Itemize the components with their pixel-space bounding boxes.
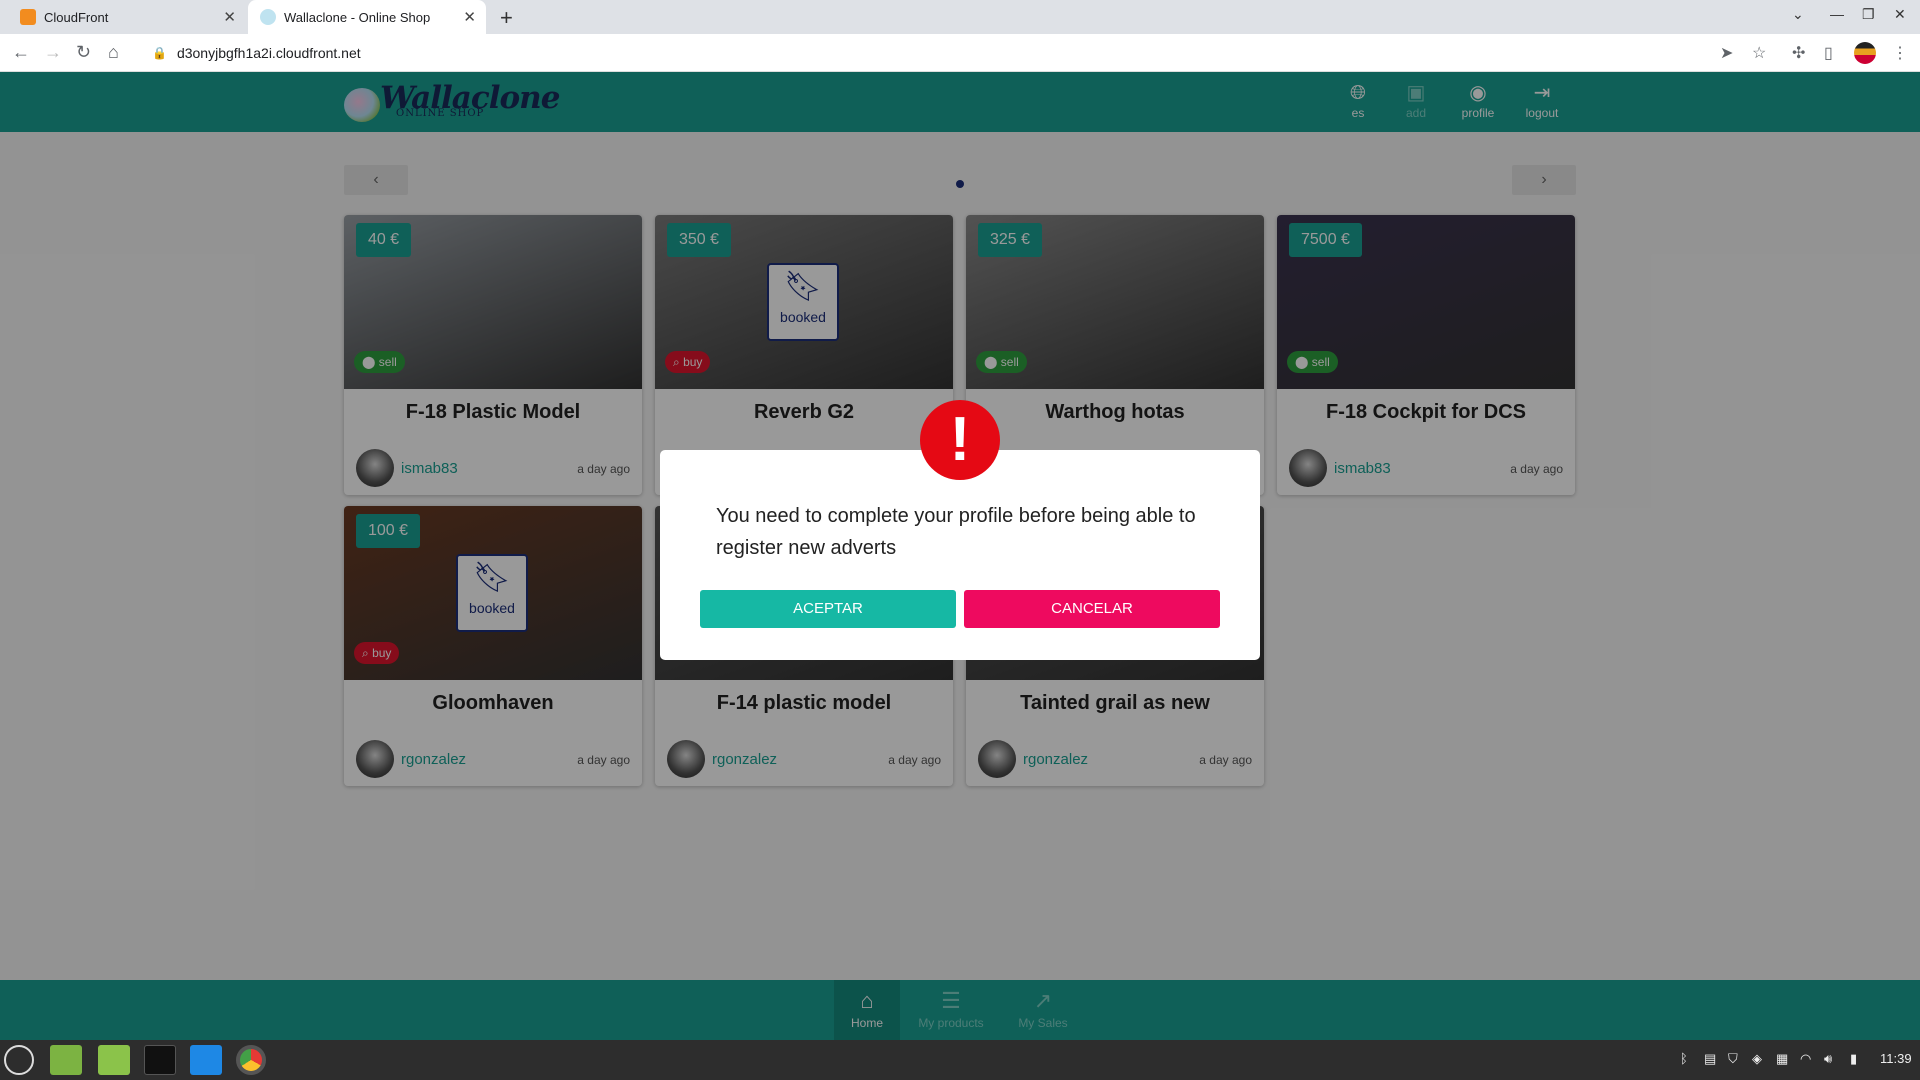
close-tab-icon[interactable]: ✕ — [463, 8, 476, 26]
extensions-icon[interactable]: ✣ — [1792, 43, 1805, 63]
tab-wallaclone[interactable]: Wallaclone - Online Shop ✕ — [248, 0, 486, 34]
wifi-icon[interactable]: ◠ — [1800, 1051, 1811, 1067]
cloudfront-favicon-icon — [20, 9, 36, 25]
clipboard-icon[interactable]: ▤ — [1704, 1051, 1716, 1067]
volume-icon[interactable]: 🔊︎ — [1824, 1051, 1832, 1067]
web-page: Wallaclone ONLINE SHOP 🌐︎ es ▣ add ◉ pro… — [0, 72, 1920, 1040]
lock-icon: 🔒 — [152, 46, 167, 60]
bluetooth-icon[interactable]: ᛒ — [1680, 1051, 1688, 1066]
shield-icon[interactable]: ⛉ — [1728, 1051, 1738, 1067]
address-bar-row: ← → ↻ ⌂ 🔒 d3onyjbgfh1a2i.cloudfront.net … — [0, 34, 1920, 72]
alert-dialog: You need to complete your profile before… — [660, 450, 1260, 660]
home-icon[interactable]: ⌂ — [108, 42, 119, 63]
close-window-icon[interactable]: ✕ — [1894, 6, 1906, 23]
nvidia-icon[interactable]: ◈ — [1752, 1051, 1762, 1067]
minimize-icon[interactable]: — — [1830, 6, 1844, 22]
url-field[interactable]: 🔒 d3onyjbgfh1a2i.cloudfront.net — [142, 39, 1752, 67]
show-desktop-icon[interactable] — [50, 1045, 82, 1075]
chrome-icon[interactable] — [236, 1045, 266, 1075]
url-text: d3onyjbgfh1a2i.cloudfront.net — [176, 45, 361, 61]
battery-icon[interactable]: ▮ — [1850, 1051, 1857, 1067]
terminal-icon[interactable] — [144, 1045, 176, 1075]
exclamation-icon: ! — [920, 400, 1000, 480]
cancel-button[interactable]: CANCELAR — [964, 590, 1220, 628]
files-icon[interactable] — [98, 1045, 130, 1075]
tab-cloudfront[interactable]: CloudFront ✕ — [0, 0, 246, 34]
side-panel-icon[interactable]: ▯ — [1824, 43, 1833, 63]
close-tab-icon[interactable]: ✕ — [223, 8, 236, 26]
forward-icon[interactable]: → — [44, 42, 62, 63]
wallaclone-favicon-icon — [260, 9, 276, 25]
clock[interactable]: 11:39 — [1880, 1051, 1912, 1066]
vscode-icon[interactable] — [190, 1045, 222, 1075]
send-icon[interactable]: ➤ — [1720, 43, 1733, 63]
profile-avatar[interactable] — [1854, 42, 1876, 64]
browser-tab-bar: CloudFront ✕ Wallaclone - Online Shop ✕ … — [0, 0, 1920, 34]
menu-icon[interactable]: ⋮ — [1892, 43, 1908, 63]
back-icon[interactable]: ← — [12, 42, 30, 63]
mint-menu-icon[interactable] — [4, 1045, 34, 1075]
tab-title: CloudFront — [44, 9, 109, 25]
new-tab-icon[interactable]: + — [500, 5, 513, 31]
restore-icon[interactable]: ❐ — [1862, 6, 1875, 23]
bookmark-star-icon[interactable]: ☆ — [1752, 43, 1766, 63]
keyboard-icon[interactable]: ▦ — [1776, 1051, 1788, 1067]
tab-title: Wallaclone - Online Shop — [284, 9, 431, 25]
os-taskbar: ᛒ ▤ ⛉ ◈ ▦ ◠ 🔊︎ ▮ 11:39 — [0, 1040, 1920, 1080]
tab-search-icon[interactable]: ⌄ — [1792, 6, 1804, 23]
reload-icon[interactable]: ↻ — [76, 42, 91, 63]
accept-button[interactable]: ACEPTAR — [700, 590, 956, 628]
dialog-message: You need to complete your profile before… — [716, 505, 1196, 559]
